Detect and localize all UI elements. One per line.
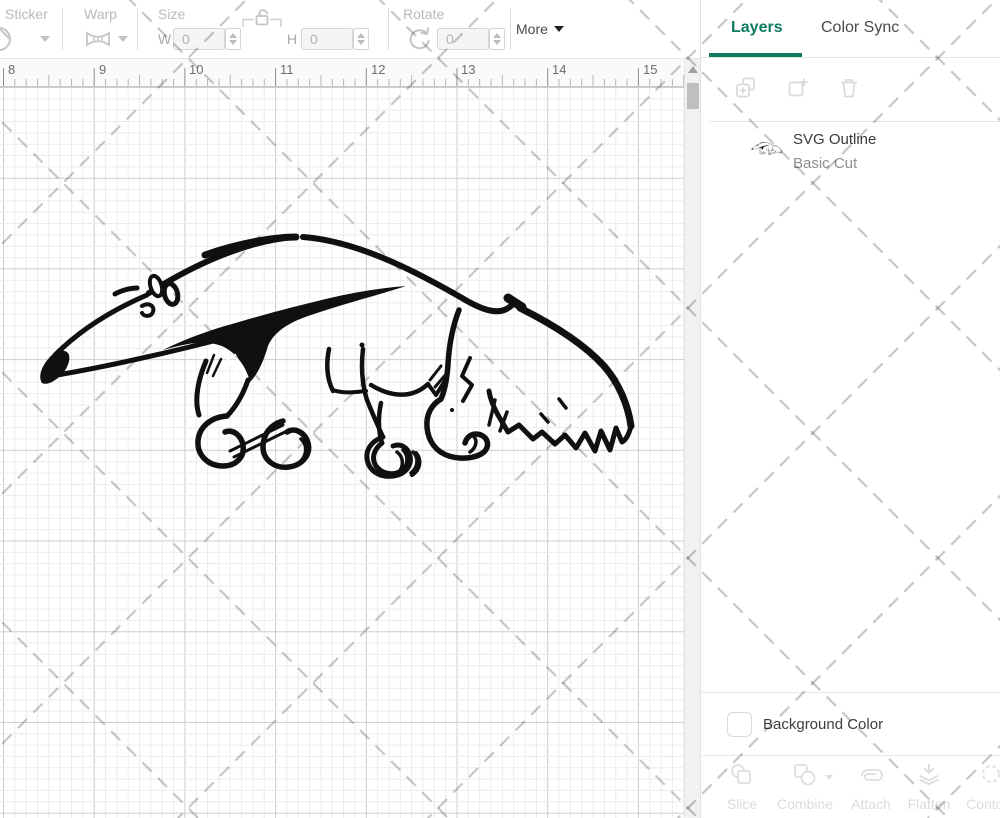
layer-title: SVG Outline: [793, 131, 876, 148]
attach-icon: [856, 762, 886, 788]
width-stepper[interactable]: [225, 28, 241, 50]
ruler-number: 9: [99, 62, 106, 77]
attach-button[interactable]: Attach: [839, 762, 903, 812]
toolbar-divider: [137, 8, 138, 50]
horizontal-ruler: 8 9 10 11 12 13 14 15: [0, 58, 684, 87]
contour-label: Contour: [959, 796, 1000, 812]
toolbar-divider: [62, 8, 63, 50]
warp-caret-icon: [118, 36, 128, 42]
toolbar-divider: [388, 8, 389, 50]
combine-label: Combine: [773, 796, 837, 812]
contour-icon: [978, 762, 1000, 788]
scroll-up-icon[interactable]: [688, 66, 698, 73]
flatten-label: Flatten: [897, 796, 961, 812]
slice-icon: [729, 762, 755, 788]
toolbar-divider: [510, 8, 511, 50]
more-caret-icon: [554, 26, 564, 32]
ruler-number: 15: [643, 62, 657, 77]
tab-layers[interactable]: Layers: [731, 19, 783, 37]
step-up-icon: [229, 33, 237, 38]
background-color-swatch[interactable]: [727, 712, 752, 737]
ruler-number: 14: [552, 62, 566, 77]
contour-button[interactable]: Contour: [959, 762, 1000, 812]
slice-button[interactable]: Slice: [710, 762, 774, 812]
background-color-row[interactable]: Background Color: [701, 692, 1000, 756]
size-label: Size: [158, 6, 185, 22]
flatten-icon: [916, 762, 942, 788]
width-label: W: [158, 31, 171, 47]
rotate-label: Rotate: [403, 6, 444, 22]
duplicate-icon[interactable]: [786, 76, 810, 100]
height-input[interactable]: 0: [301, 28, 353, 50]
layer-actions-row: [701, 58, 1000, 121]
size-lock-icon[interactable]: [254, 7, 272, 27]
design-canvas: 8 9 10 11 12 13 14 15: [0, 58, 700, 818]
combine-caret-icon: [825, 775, 833, 780]
ruler-number: 8: [8, 62, 15, 77]
rotate-icon[interactable]: [406, 27, 432, 51]
sticker-button[interactable]: [0, 26, 56, 52]
sticker-label: Sticker: [5, 6, 48, 22]
vertical-scrollbar[interactable]: [684, 58, 700, 818]
delete-icon[interactable]: [837, 76, 861, 100]
ruler-number: 10: [189, 62, 203, 77]
anteater-artwork[interactable]: [30, 208, 650, 488]
height-label: H: [287, 31, 297, 47]
sticker-icon: [0, 26, 16, 52]
combine-button[interactable]: Combine: [773, 762, 837, 812]
warp-icon: [84, 29, 112, 49]
edit-toolbar: Sticker Warp Size W 0: [0, 0, 700, 59]
flatten-button[interactable]: Flatten: [897, 762, 961, 812]
step-up-icon: [493, 33, 501, 38]
step-up-icon: [357, 33, 365, 38]
background-color-label: Background Color: [763, 716, 883, 733]
layer-item[interactable]: SVG Outline Basic Cut: [701, 122, 1000, 184]
step-down-icon: [357, 40, 365, 45]
step-down-icon: [229, 40, 237, 45]
more-button[interactable]: More: [516, 21, 564, 37]
warp-label: Warp: [84, 6, 117, 22]
step-down-icon: [493, 40, 501, 45]
attach-label: Attach: [839, 796, 903, 812]
bottom-action-bar: Slice Combine Attach Flatte: [701, 755, 1000, 818]
sticker-caret-icon: [40, 36, 50, 42]
scrollbar-thumb[interactable]: [687, 83, 699, 109]
layer-thumbnail: [751, 140, 783, 156]
active-tab-underline: [709, 53, 802, 57]
width-input[interactable]: 0: [173, 28, 225, 50]
ruler-number: 13: [461, 62, 475, 77]
group-icon[interactable]: [734, 76, 758, 100]
panel-tabs: Layers Color Sync: [701, 0, 1000, 58]
height-stepper[interactable]: [353, 28, 369, 50]
warp-button[interactable]: [84, 26, 130, 52]
layers-panel: Layers Color Sync SVG Outline: [700, 0, 1000, 818]
ruler-number: 11: [280, 62, 294, 77]
layer-subtitle: Basic Cut: [793, 155, 857, 172]
design-app-window: Sticker Warp Size W 0: [0, 0, 1000, 818]
tab-color-sync[interactable]: Color Sync: [821, 19, 899, 37]
slice-label: Slice: [710, 796, 774, 812]
combine-icon: [792, 762, 818, 788]
more-label: More: [516, 21, 548, 37]
rotate-input[interactable]: 0: [437, 28, 489, 50]
ruler-number: 12: [371, 62, 385, 77]
rotate-stepper[interactable]: [489, 28, 505, 50]
